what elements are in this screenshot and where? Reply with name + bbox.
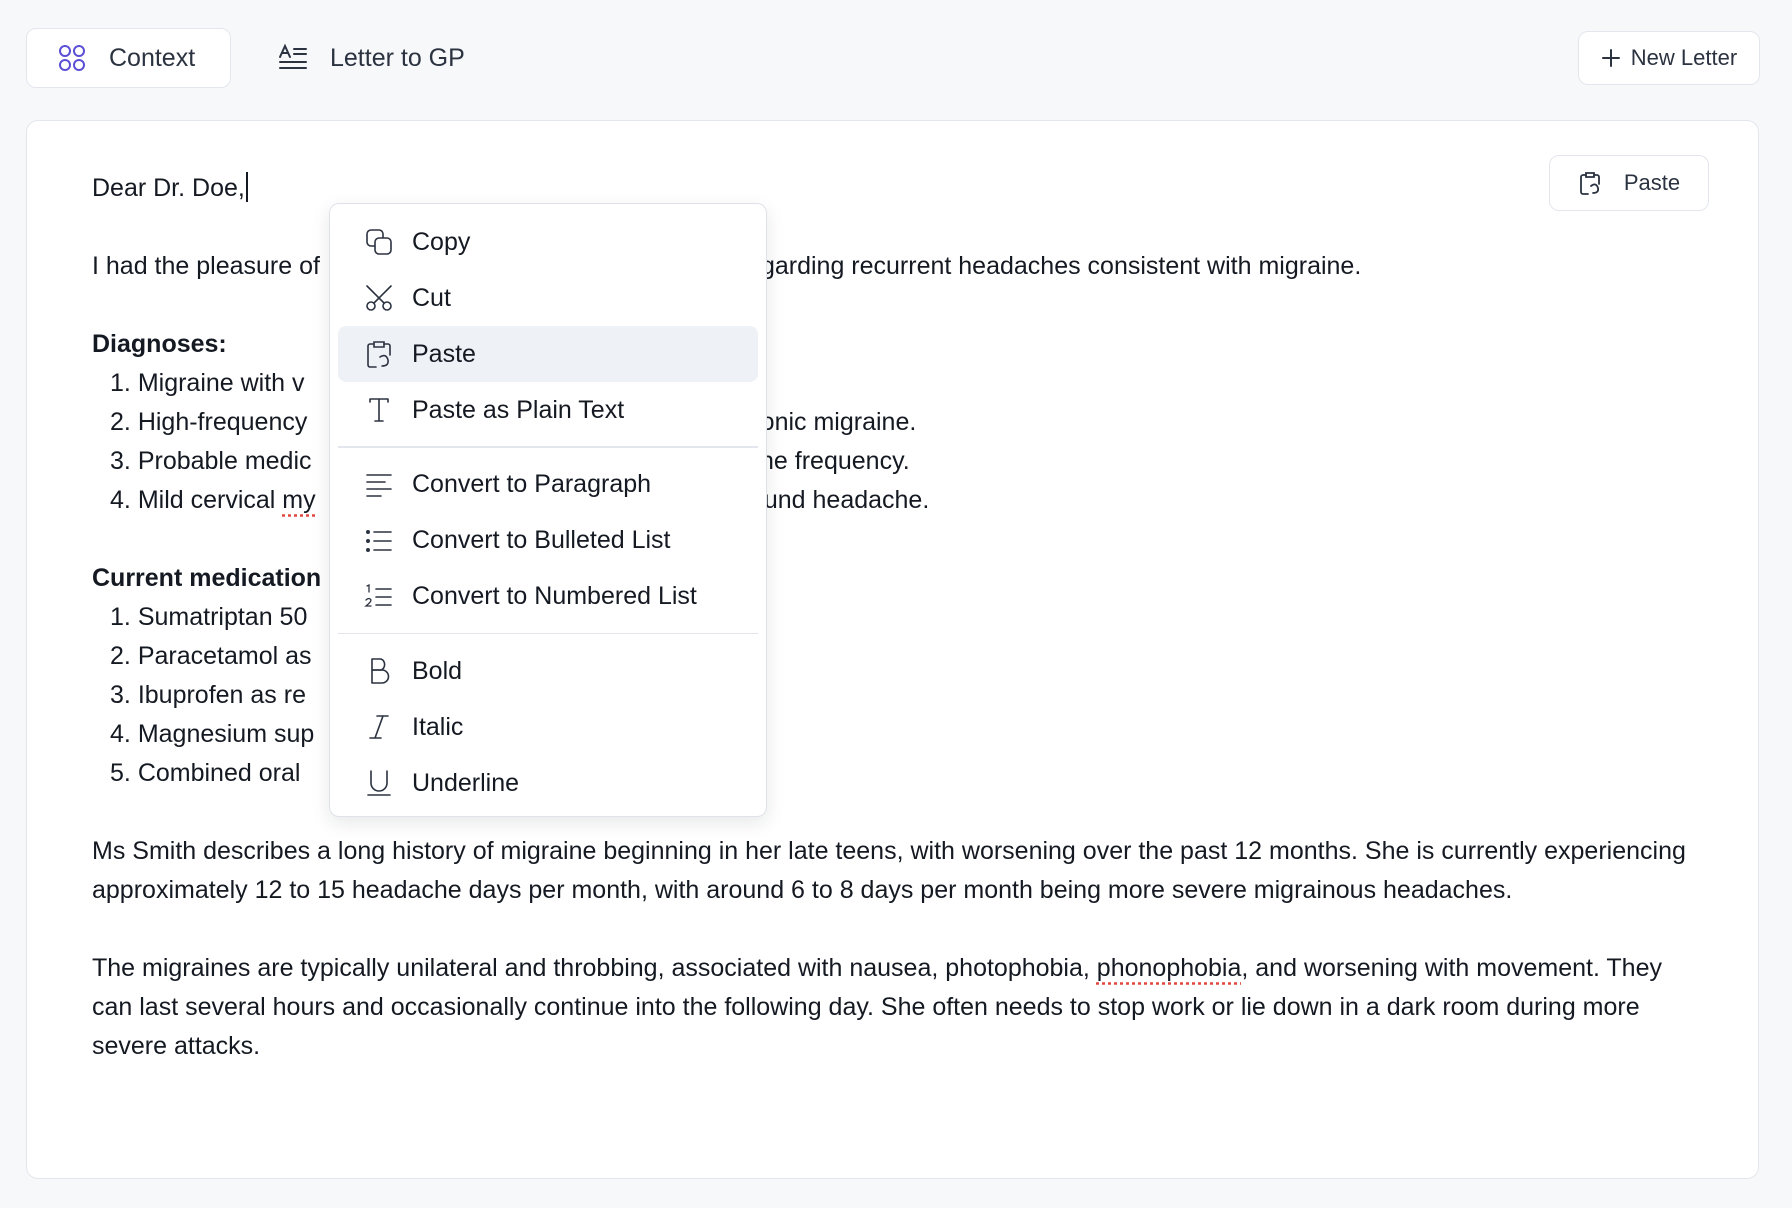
menu-item-label: Convert to Numbered List	[412, 582, 697, 610]
menu-item-label: Italic	[412, 712, 464, 741]
menu-divider	[338, 632, 758, 634]
menu-item-bold[interactable]: Bold	[338, 643, 758, 699]
new-letter-button[interactable]: New Letter	[1578, 31, 1760, 85]
plus-icon	[1601, 49, 1620, 67]
bold-icon	[371, 658, 390, 684]
menu-divider	[338, 446, 758, 448]
bulleted-list-icon	[365, 529, 392, 552]
italic-icon	[369, 715, 389, 739]
numbered-list-icon	[364, 583, 392, 607]
menu-item-underline[interactable]: Underline	[338, 755, 758, 811]
spellcheck-mark: my	[282, 486, 316, 514]
text-align-icon	[279, 43, 307, 69]
menu-item-label: Bold	[412, 656, 463, 685]
menu-item-convert-numbered[interactable]: Convert to Numbered List	[338, 569, 758, 625]
menu-item-italic[interactable]: Italic	[338, 699, 758, 755]
greeting: Dear Dr. Doe,	[92, 169, 1692, 208]
paragraph-icon	[366, 473, 392, 497]
spellcheck-mark: phonophobia	[1096, 954, 1242, 982]
scissors-icon	[366, 285, 392, 311]
copy-icon	[366, 229, 392, 255]
menu-item-paste[interactable]: Paste	[338, 326, 758, 382]
menu-item-convert-bulleted[interactable]: Convert to Bulleted List	[338, 513, 758, 569]
symptoms-paragraph: The migraines are typically unilateral a…	[92, 954, 1662, 1060]
new-letter-label: New Letter	[1630, 45, 1738, 70]
menu-item-copy[interactable]: Copy	[338, 214, 758, 270]
menu-item-label: Cut	[412, 283, 451, 312]
menu-item-cut[interactable]: Cut	[338, 270, 758, 326]
tab-label: Context	[109, 43, 196, 72]
text-caret	[245, 172, 248, 202]
menu-item-convert-paragraph[interactable]: Convert to Paragraph	[338, 457, 758, 513]
menu-item-label: Convert to Bulleted List	[412, 526, 671, 554]
underline-icon	[367, 770, 391, 796]
text-type-icon	[369, 398, 389, 422]
letter-editor-panel: Paste Dear Dr. Doe, I had the pleasure o…	[26, 120, 1759, 1179]
grid-icon	[59, 45, 85, 71]
tab-label: Letter to GP	[330, 43, 465, 72]
tab-letter-to-gp[interactable]: Letter to GP	[248, 28, 495, 88]
menu-item-label: Convert to Paragraph	[412, 470, 652, 498]
history-paragraph: Ms Smith describes a long history of mig…	[92, 837, 1686, 904]
clipboard-icon	[367, 341, 391, 368]
context-menu: Copy Cut Paste Paste as Plain Text Conve…	[329, 203, 767, 817]
top-bar: Context Letter to GP New Letter	[0, 0, 1792, 118]
menu-item-label: Paste as Plain Text	[412, 395, 625, 424]
menu-item-label: Underline	[412, 768, 520, 797]
menu-item-label: Copy	[412, 227, 471, 256]
tab-context[interactable]: Context	[26, 28, 231, 88]
menu-item-label: Paste	[412, 339, 476, 368]
menu-item-paste-plain[interactable]: Paste as Plain Text	[338, 382, 758, 438]
